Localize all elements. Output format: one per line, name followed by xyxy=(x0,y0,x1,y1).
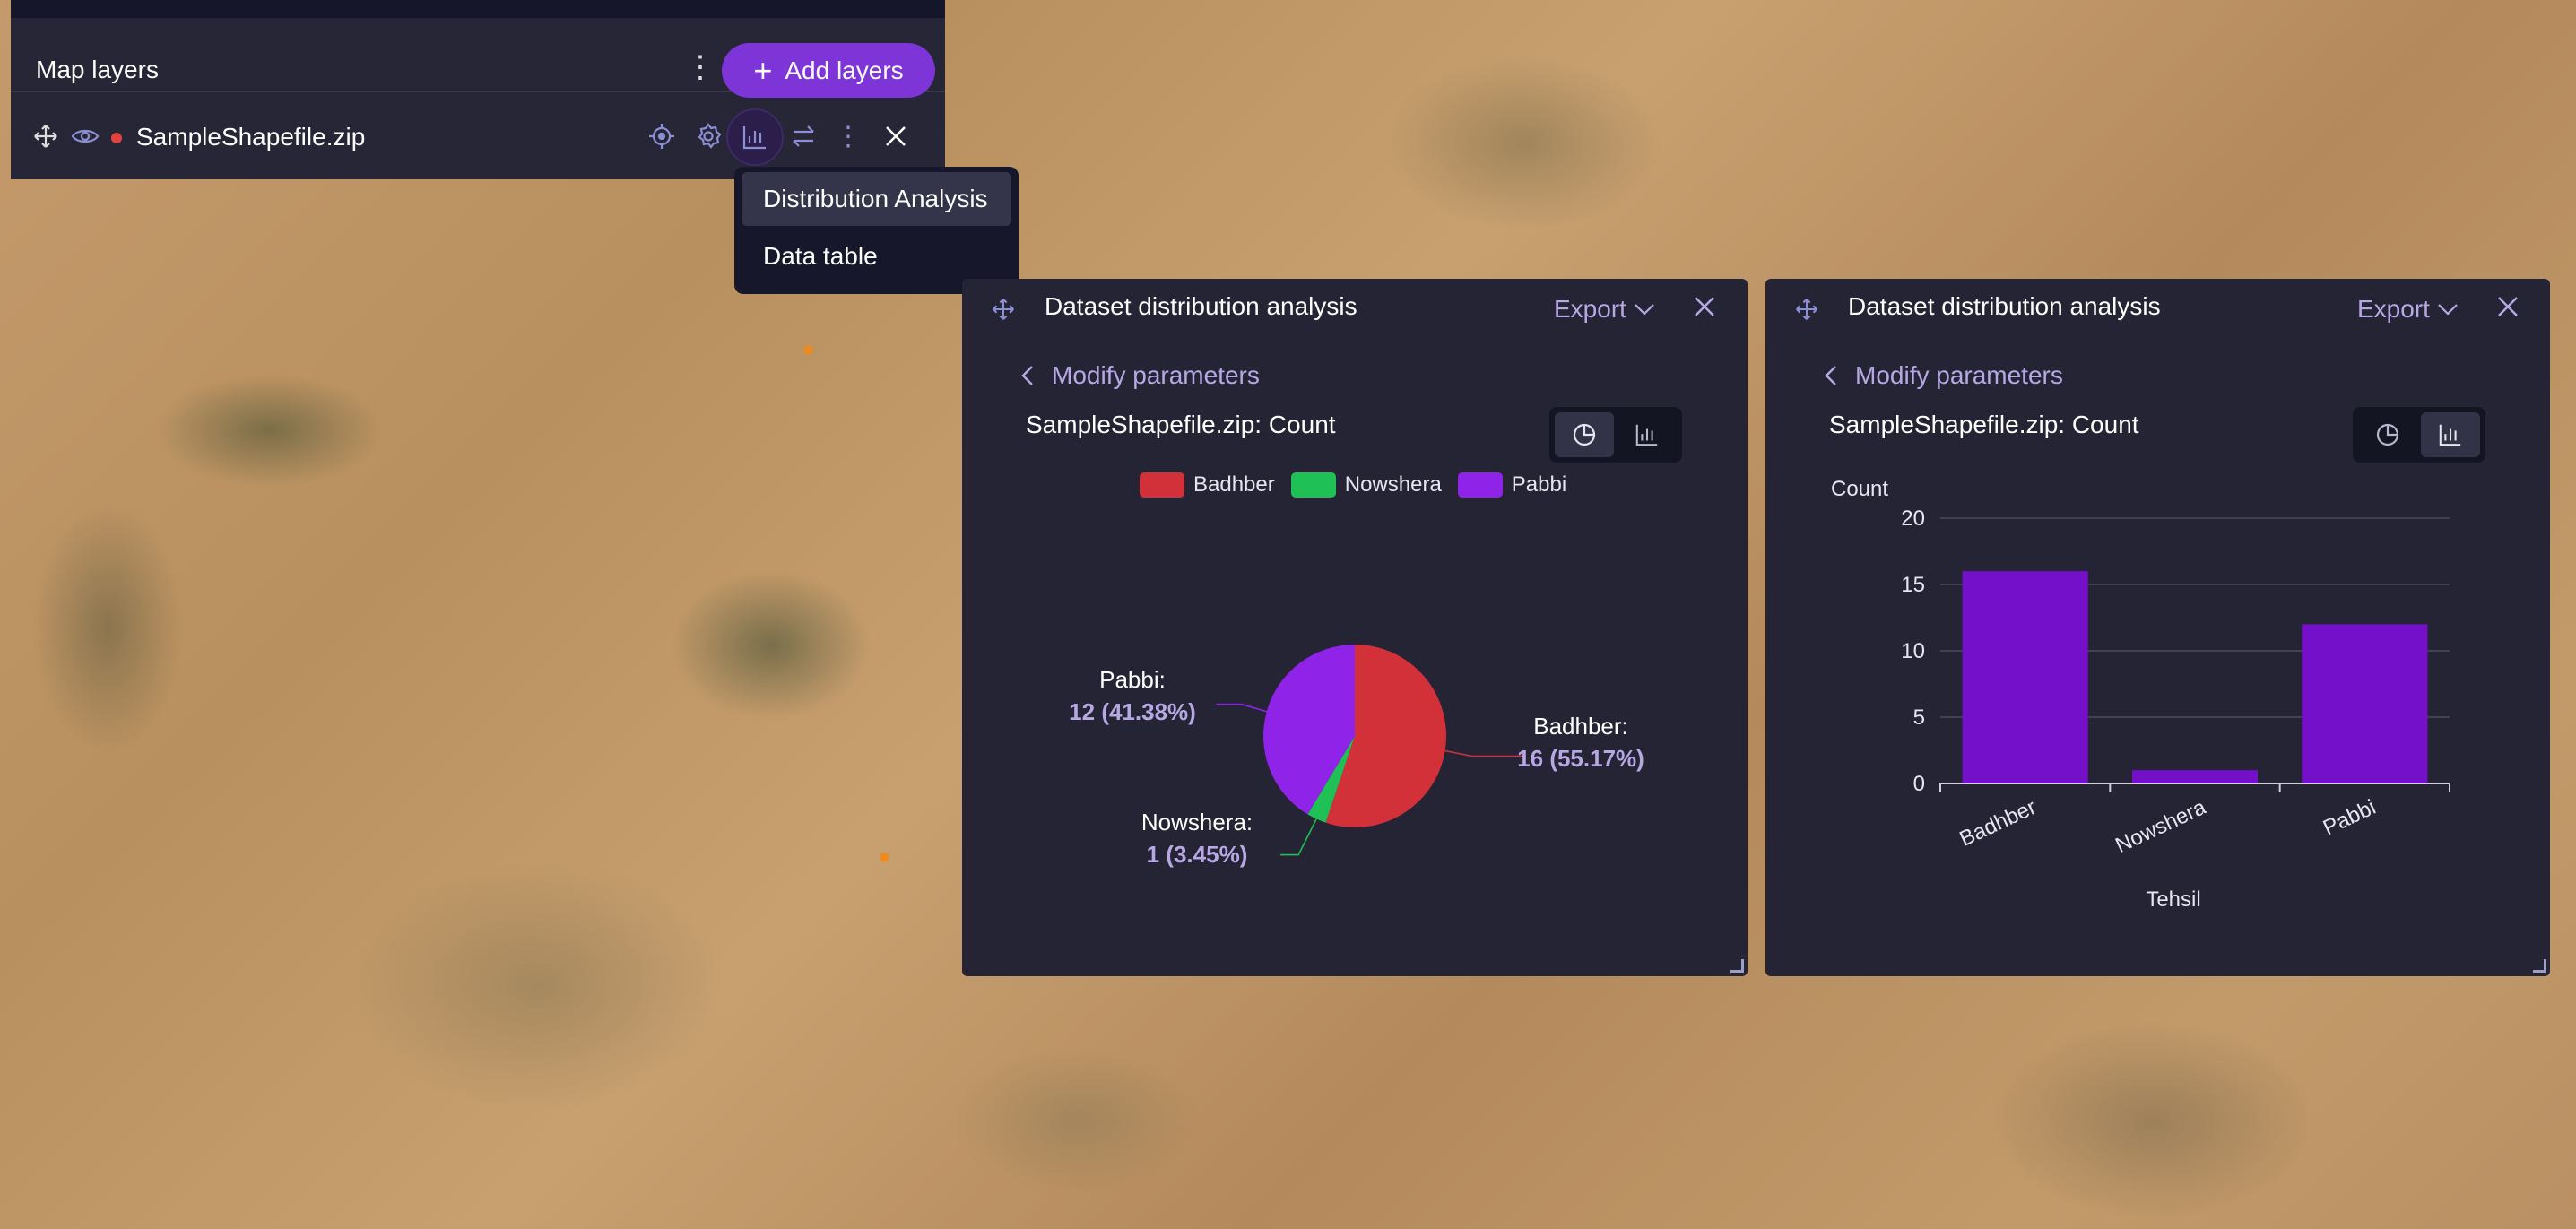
plus-icon: + xyxy=(753,51,773,89)
locate-icon[interactable] xyxy=(645,119,679,153)
resize-handle[interactable] xyxy=(2533,959,2546,973)
more-options-icon[interactable]: ⋮ xyxy=(685,52,716,82)
pie-label-value: 16 (55.17%) xyxy=(1517,745,1644,772)
pie-label-name: Badhber: xyxy=(1533,713,1628,740)
drag-handle-icon[interactable] xyxy=(29,119,63,153)
layer-color-dot xyxy=(111,133,122,143)
y-tick-label: 5 xyxy=(1913,705,1925,730)
analysis-chart-button[interactable] xyxy=(726,108,784,166)
menu-item-distribution-analysis[interactable]: Distribution Analysis xyxy=(742,172,1011,226)
y-tick-label: 10 xyxy=(1901,639,1925,663)
layer-more-icon[interactable]: ⋮ xyxy=(831,119,865,153)
y-tick-label: 15 xyxy=(1901,573,1925,597)
pie-label-name: Nowshera: xyxy=(1141,809,1253,835)
map-marker[interactable] xyxy=(804,346,812,354)
bar xyxy=(2131,770,2259,783)
x-axis-label: Tehsil xyxy=(2146,887,2200,912)
x-tick-label: Pabbi xyxy=(2320,795,2380,840)
swap-icon[interactable] xyxy=(786,119,820,153)
bar xyxy=(2302,624,2428,783)
x-tick-label: Nowshera xyxy=(2112,795,2210,858)
pie-leader-line xyxy=(1444,749,1524,757)
y-tick-label: 0 xyxy=(1913,772,1925,796)
x-tick-label: Badhber xyxy=(1956,795,2041,852)
map-marker[interactable] xyxy=(880,853,889,861)
add-layers-button[interactable]: + Add layers xyxy=(722,43,935,98)
bar-chart: Count 0 5 10 15 20 Badhber Nowshera Pabbi Tehsil xyxy=(1831,477,2450,912)
y-tick-label: 20 xyxy=(1901,506,1925,531)
panel-top-strip xyxy=(11,0,945,18)
pie-label-name: Pabbi: xyxy=(1099,666,1166,693)
layers-header: Map layers ⋮ + Add layers xyxy=(11,18,945,98)
bar xyxy=(1962,571,2088,783)
pie-label-value: 1 (3.45%) xyxy=(1147,841,1248,868)
visibility-eye-icon[interactable] xyxy=(68,119,102,153)
pie-chart: Badhber: 16 (55.17%) Nowshera: 1 (3.45%) Pab… xyxy=(1069,645,1644,868)
menu-item-data-table[interactable]: Data table xyxy=(742,229,1011,283)
distribution-panel-pie: Dataset distribution analysis Export Mod… xyxy=(962,279,1748,976)
pie-leader-line xyxy=(1216,703,1267,713)
y-axis-label: Count xyxy=(1831,477,1888,501)
remove-layer-close-icon[interactable] xyxy=(879,119,913,153)
settings-gear-icon[interactable] xyxy=(691,119,725,153)
pie-leader-line xyxy=(1280,818,1317,856)
map-layers-panel: Map layers ⋮ + Add layers SampleShapefil… xyxy=(11,0,945,179)
layers-title: Map layers xyxy=(36,56,159,83)
analysis-menu: Distribution Analysis Data table xyxy=(734,167,1019,294)
add-layers-label: Add layers xyxy=(785,56,904,84)
resize-handle[interactable] xyxy=(1730,959,1744,973)
distribution-panel-bar: Dataset distribution analysis Export Mod… xyxy=(1765,279,2550,976)
layer-name: SampleShapefile.zip xyxy=(136,123,366,151)
pie-label-value: 12 (41.38%) xyxy=(1069,698,1196,725)
